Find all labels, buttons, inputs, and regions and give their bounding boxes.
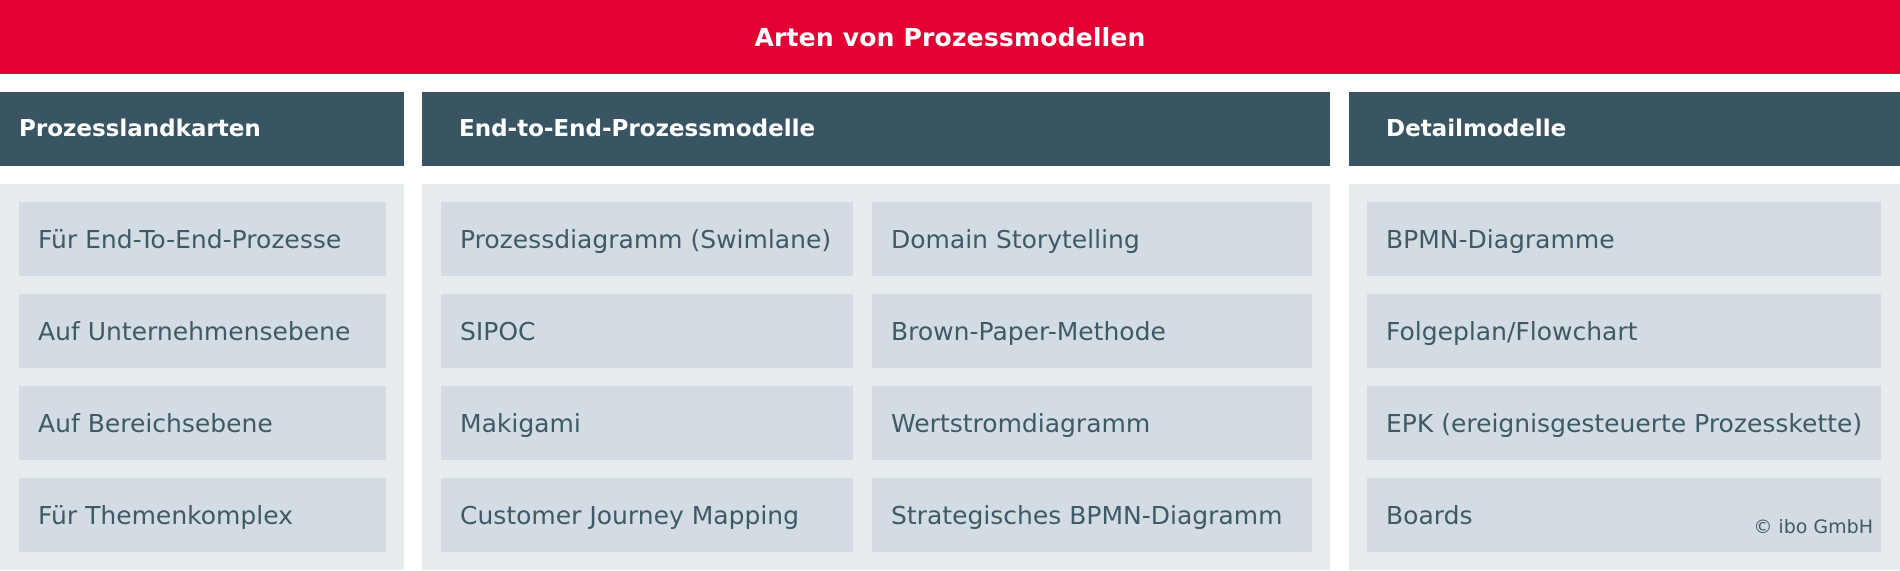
item-label: Prozessdiagramm (Swimlane) xyxy=(460,224,832,254)
diagram-title: Arten von Prozessmodellen xyxy=(754,22,1146,52)
list-item: BPMN-Diagramme xyxy=(1367,202,1881,276)
header-prozesslandkarten: Prozesslandkarten xyxy=(0,92,404,166)
list-item: Customer Journey Mapping xyxy=(441,478,853,552)
item-label: Für End-To-End-Prozesse xyxy=(38,224,342,254)
item-label: Customer Journey Mapping xyxy=(460,500,799,530)
list-item: Boards © ibo GmbH xyxy=(1367,478,1881,552)
panel-prozesslandkarten: Für End-To-End-Prozesse Auf Unternehmens… xyxy=(0,184,404,570)
item-label: Auf Unternehmensebene xyxy=(38,316,351,346)
item-label: BPMN-Diagramme xyxy=(1386,224,1615,254)
item-label: Auf Bereichsebene xyxy=(38,408,273,438)
list-item: Brown-Paper-Methode xyxy=(872,294,1312,368)
list-item: Auf Bereichsebene xyxy=(19,386,386,460)
header-label: End-to-End-Prozessmodelle xyxy=(459,116,816,142)
header-end-to-end-prozessmodelle: End-to-End-Prozessmodelle xyxy=(422,92,1330,166)
header-detailmodelle: Detailmodelle xyxy=(1349,92,1900,166)
list-item: Für End-To-End-Prozesse xyxy=(19,202,386,276)
list-item: Wertstromdiagramm xyxy=(872,386,1312,460)
item-label: Wertstromdiagramm xyxy=(891,408,1151,438)
list-item: Strategisches BPMN-Diagramm xyxy=(872,478,1312,552)
item-label: Domain Storytelling xyxy=(891,224,1140,254)
header-label: Prozesslandkarten xyxy=(19,116,261,142)
panel-detailmodelle: BPMN-Diagramme Folgeplan/Flowchart EPK (… xyxy=(1349,184,1900,570)
item-label: SIPOC xyxy=(460,316,536,346)
title-banner: Arten von Prozessmodellen xyxy=(0,0,1900,74)
item-label: Folgeplan/Flowchart xyxy=(1386,316,1638,346)
copyright-notice: © ibo GmbH xyxy=(1753,516,1873,538)
item-label: Makigami xyxy=(460,408,581,438)
item-label: Brown-Paper-Methode xyxy=(891,316,1166,346)
list-item: EPK (ereignisgesteuerte Prozesskette) xyxy=(1367,386,1881,460)
list-item: Makigami xyxy=(441,386,853,460)
list-item: Folgeplan/Flowchart xyxy=(1367,294,1881,368)
list-item: Domain Storytelling xyxy=(872,202,1312,276)
panel-end-to-end-prozessmodelle: Prozessdiagramm (Swimlane) SIPOC Makigam… xyxy=(422,184,1330,570)
item-label: Für Themenkomplex xyxy=(38,500,293,530)
item-label: Strategisches BPMN-Diagramm xyxy=(891,500,1283,530)
list-item: Auf Unternehmensebene xyxy=(19,294,386,368)
list-item: SIPOC xyxy=(441,294,853,368)
item-label: EPK (ereignisgesteuerte Prozesskette) xyxy=(1386,408,1863,438)
header-label: Detailmodelle xyxy=(1386,116,1567,142)
list-item: Prozessdiagramm (Swimlane) xyxy=(441,202,853,276)
item-label: Boards xyxy=(1386,500,1473,530)
list-item: Für Themenkomplex xyxy=(19,478,386,552)
